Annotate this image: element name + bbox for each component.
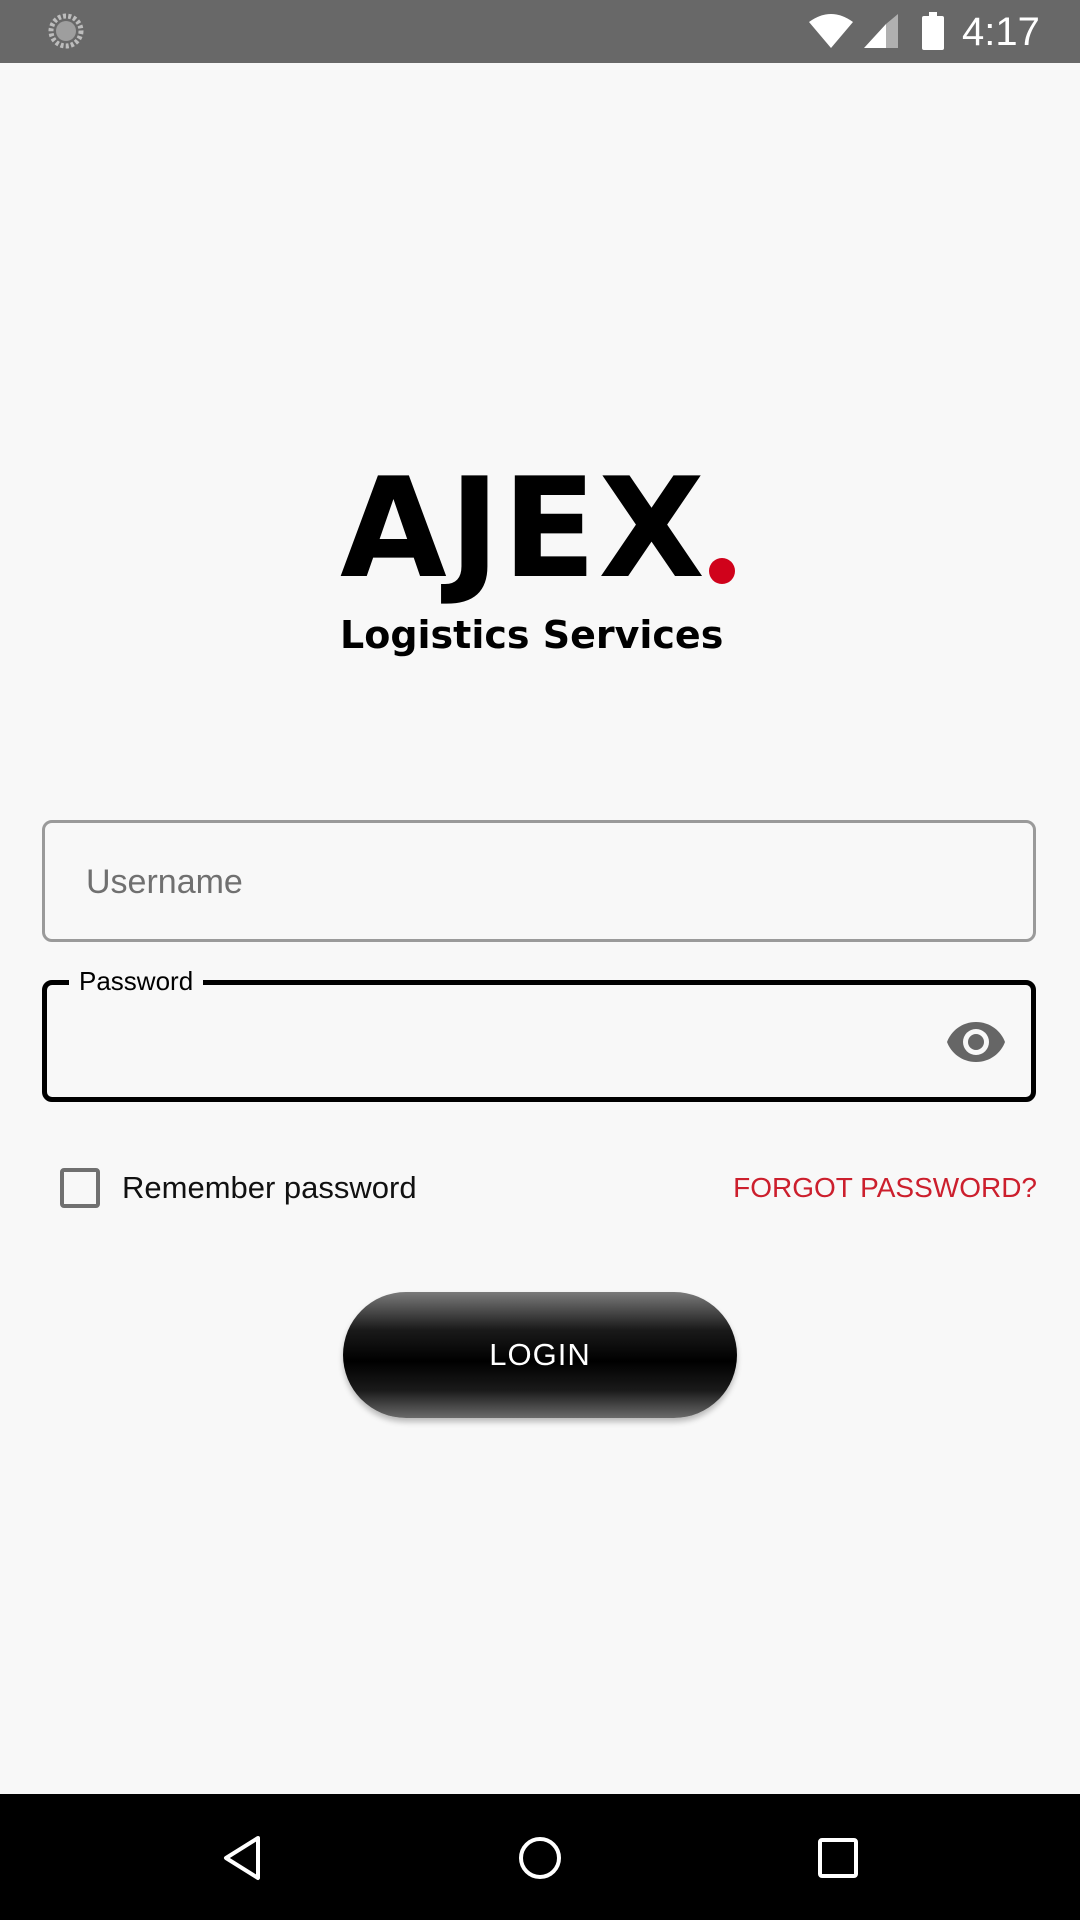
password-label: Password: [69, 963, 204, 999]
clock: 4:17: [962, 10, 1040, 54]
brand-name: AJEX: [340, 448, 707, 609]
remember-password-checkbox[interactable]: [60, 1168, 100, 1208]
password-field[interactable]: Password: [42, 963, 1036, 1102]
navigation-bar: [0, 1794, 1080, 1920]
username-input[interactable]: [84, 851, 968, 913]
forgot-password-link[interactable]: FORGOT PASSWORD?: [733, 1168, 1037, 1208]
battery-icon: [922, 12, 944, 50]
recent-apps-icon[interactable]: [810, 1830, 866, 1886]
status-bar: 4:17: [0, 0, 1080, 63]
brand-tagline: Logistics Services: [340, 613, 724, 657]
brand-dot: [709, 558, 735, 584]
username-field[interactable]: [42, 820, 1036, 942]
wifi-icon: [809, 14, 853, 48]
password-input[interactable]: [84, 1011, 908, 1073]
loading-spinner-icon: [48, 13, 84, 49]
back-icon[interactable]: [214, 1830, 270, 1886]
remember-password-row[interactable]: Remember password: [60, 1164, 417, 1212]
home-icon[interactable]: [512, 1830, 568, 1886]
signal-icon: [864, 14, 898, 48]
remember-password-label: Remember password: [122, 1170, 417, 1205]
brand-logo: AJEX: [340, 448, 740, 609]
login-screen: 4:17 AJEX Logistics Services Password Re…: [0, 0, 1080, 1920]
eye-icon[interactable]: [946, 1020, 1006, 1064]
login-button[interactable]: LOGIN: [343, 1292, 737, 1418]
